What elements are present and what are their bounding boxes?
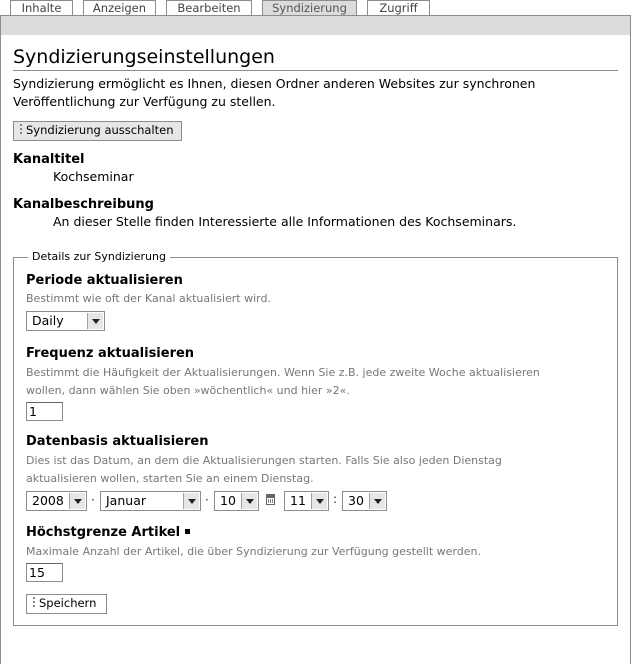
channel-description-label: Kanalbeschreibung [13, 197, 154, 212]
base-day-select[interactable]: 10 [214, 491, 259, 511]
update-period-value: Daily [32, 313, 64, 328]
max-items-input[interactable]: 15 [26, 563, 63, 582]
update-period-label: Periode aktualisieren [26, 273, 183, 288]
update-base-label: Datenbasis aktualisieren [26, 434, 209, 449]
required-icon [185, 529, 191, 534]
max-items-label: Höchstgrenze Artikel [26, 525, 191, 540]
grip-icon [32, 596, 36, 608]
base-month-value: Januar [106, 493, 146, 508]
base-hour-select[interactable]: 11 [284, 491, 329, 511]
channel-title-label: Kanaltitel [13, 152, 85, 167]
update-period-help: Bestimmt wie oft der Kanal aktualisiert … [26, 292, 271, 305]
chevron-down-icon [241, 493, 257, 509]
page-intro: Syndizierung ermöglicht es Ihnen, diesen… [13, 76, 536, 109]
tab-anzeigen[interactable]: Anzeigen [83, 0, 156, 15]
update-frequency-input[interactable]: 1 [26, 402, 63, 421]
base-minute-select[interactable]: 30 [342, 491, 387, 511]
max-items-label-text: Höchstgrenze Artikel [26, 525, 181, 540]
page-title: Syndizierungseinstellungen [13, 46, 618, 71]
disable-syndication-label: Syndizierung ausschalten [26, 123, 174, 137]
update-period-select[interactable]: Daily [26, 311, 105, 331]
save-button[interactable]: Speichern [26, 594, 107, 614]
tab-syndizierung[interactable]: Syndizierung [262, 0, 357, 16]
base-minute-value: 30 [348, 493, 364, 508]
tab-bar: Inhalte Anzeigen Bearbeiten Syndizierung… [0, 0, 631, 16]
update-frequency-label: Frequenz aktualisieren [26, 346, 195, 361]
channel-title-value: Kochseminar [53, 169, 134, 184]
base-day-value: 10 [220, 493, 236, 508]
time-separator: : [333, 492, 338, 506]
chevron-down-icon [369, 493, 385, 509]
base-year-value: 2008 [32, 493, 64, 508]
date-separator: · [205, 493, 209, 507]
max-items-help: Maximale Anzahl der Artikel, die über Sy… [26, 545, 481, 558]
calendar-icon[interactable] [266, 494, 275, 505]
date-separator: · [91, 493, 95, 507]
base-month-select[interactable]: Januar [100, 491, 201, 511]
update-frequency-help: Bestimmt die Häufigkeit der Aktualisieru… [26, 366, 540, 397]
tab-inhalte[interactable]: Inhalte [10, 0, 73, 15]
chevron-down-icon [69, 493, 85, 509]
base-hour-value: 11 [290, 493, 306, 508]
update-base-help: Dies ist das Datum, an dem die Aktualisi… [26, 454, 502, 485]
chevron-down-icon [311, 493, 327, 509]
save-label: Speichern [39, 596, 97, 610]
syndication-details-legend: Details zur Syndizierung [28, 250, 170, 263]
grip-icon [19, 123, 23, 135]
disable-syndication-button[interactable]: Syndizierung ausschalten [13, 121, 182, 141]
base-year-select[interactable]: 2008 [26, 491, 87, 511]
channel-description-value: An dieser Stelle finden Interessierte al… [53, 214, 517, 229]
tab-zugriff[interactable]: Zugriff [367, 0, 430, 15]
chevron-down-icon [183, 493, 199, 509]
toolbar-strip [0, 16, 631, 35]
chevron-down-icon [87, 313, 103, 329]
tab-bearbeiten[interactable]: Bearbeiten [166, 0, 252, 15]
